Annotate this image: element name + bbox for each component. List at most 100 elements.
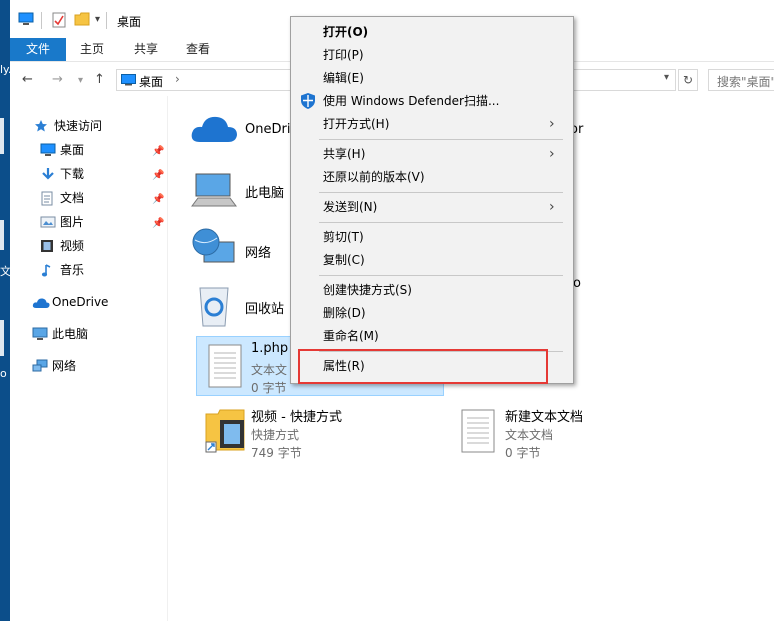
menu-item-label: 删除(D): [323, 306, 366, 320]
onedrive-cloud-icon: [32, 295, 50, 309]
desktop-icon-fragment[interactable]: [0, 320, 4, 356]
pin-icon[interactable]: 📌: [152, 146, 164, 157]
menu-separator: [319, 275, 563, 276]
text-file-icon: [205, 343, 251, 389]
file-item-new-text-document[interactable]: 新建文本文档 文本文档 0 字节: [450, 402, 700, 462]
menu-item-label: 创建快捷方式(S): [323, 283, 412, 297]
file-name: 此电脑: [245, 186, 285, 201]
menu-item-label: 共享(H): [323, 147, 366, 161]
file-size: 749 字节: [251, 446, 302, 460]
navigation-pane: 快速访问 桌面 📌 下载 📌 文档 📌 图片 📌 视频 音乐 OneDrive …: [10, 96, 168, 621]
desktop-icon: [40, 143, 56, 157]
menu-item-create-shortcut[interactable]: 创建快捷方式(S): [291, 279, 573, 301]
menu-separator: [319, 139, 563, 140]
file-name: OneDri: [245, 122, 291, 137]
search-placeholder: 搜索"桌面": [717, 75, 774, 89]
up-arrow-icon[interactable]: ↑: [94, 72, 105, 87]
toolbar-divider: [41, 12, 42, 29]
file-name: 视频 - 快捷方式: [251, 410, 342, 425]
documents-icon: [40, 191, 56, 206]
menu-item-copy[interactable]: 复制(C): [291, 249, 573, 271]
menu-item-label: 打印(P): [323, 48, 364, 62]
menu-item-label: 使用 Windows Defender扫描...: [323, 94, 500, 108]
pin-icon[interactable]: 📌: [152, 170, 164, 181]
tab-file[interactable]: 文件: [10, 38, 66, 61]
network-globe-icon: [190, 226, 236, 272]
pin-icon[interactable]: 📌: [152, 218, 164, 229]
desktop-background: ly. 文 o: [0, 0, 10, 621]
menu-item-restore-previous-versions[interactable]: 还原以前的版本(V): [291, 166, 573, 188]
menu-item-share[interactable]: 共享(H) ›: [291, 143, 573, 165]
context-menu: 打开(O) 打印(P) 编辑(E) 使用 Windows Defender扫描.…: [290, 16, 574, 384]
customize-toolbar-chevron-icon[interactable]: ▾: [95, 14, 100, 25]
file-size: 0 字节: [251, 381, 287, 395]
breadcrumb-chevron-icon[interactable]: ›: [175, 72, 180, 86]
submenu-chevron-icon: ›: [549, 116, 555, 132]
menu-item-label: 重命名(M): [323, 329, 379, 343]
search-input[interactable]: 搜索"桌面": [708, 69, 774, 91]
desktop-icon: [121, 74, 136, 89]
nav-label: 视频: [60, 239, 85, 253]
desktop-label-fragment: o: [0, 367, 7, 380]
nav-label: 下载: [60, 167, 85, 181]
network-icon: [32, 359, 48, 373]
address-history-chevron-icon[interactable]: ▾: [664, 72, 669, 83]
address-location[interactable]: 桌面: [139, 73, 163, 90]
file-type: 文本文: [251, 363, 288, 377]
desktop-icon-fragment[interactable]: [0, 220, 4, 250]
file-size: 0 字节: [505, 446, 541, 460]
pictures-icon: [40, 215, 56, 229]
menu-item-label: 复制(C): [323, 253, 365, 267]
menu-item-cut[interactable]: 剪切(T): [291, 226, 573, 248]
menu-item-label: 打开方式(H): [323, 117, 390, 131]
star-icon: [34, 119, 50, 133]
nav-label: 音乐: [60, 263, 85, 277]
nav-label: 桌面: [60, 143, 85, 157]
menu-item-delete[interactable]: 删除(D): [291, 302, 573, 324]
refresh-button[interactable]: ↻: [678, 69, 698, 91]
forward-arrow-icon[interactable]: →: [52, 72, 63, 87]
menu-item-label: 剪切(T): [323, 230, 364, 244]
recycle-bin-icon: [190, 282, 236, 328]
file-type: 文本文档: [505, 428, 554, 442]
file-name: 1.php: [251, 341, 289, 356]
nav-label: 网络: [52, 359, 77, 373]
new-folder-icon[interactable]: [74, 12, 90, 29]
menu-item-open-with[interactable]: 打开方式(H) ›: [291, 113, 573, 135]
menu-item-rename[interactable]: 重命名(M): [291, 325, 573, 347]
menu-item-print[interactable]: 打印(P): [291, 44, 573, 66]
menu-item-send-to[interactable]: 发送到(N) ›: [291, 196, 573, 218]
desktop-icon-fragment[interactable]: [0, 118, 4, 154]
onedrive-cloud-icon: [190, 106, 237, 152]
menu-item-label: 发送到(N): [323, 200, 378, 214]
file-item-video-shortcut[interactable]: 视频 - 快捷方式 快捷方式 749 字节: [196, 402, 446, 462]
refresh-icon: ↻: [682, 73, 694, 87]
tab-home[interactable]: 主页: [70, 38, 114, 61]
menu-item-open[interactable]: 打开(O): [291, 21, 573, 43]
recent-locations-chevron-icon[interactable]: ▾: [78, 75, 83, 86]
nav-label: 图片: [60, 215, 85, 229]
desktop-icon[interactable]: [18, 12, 34, 29]
window-title: 桌面: [117, 15, 142, 29]
menu-item-label: 还原以前的版本(V): [323, 170, 425, 184]
menu-item-label: 编辑(E): [323, 71, 364, 85]
submenu-chevron-icon: ›: [549, 199, 555, 215]
videos-icon: [40, 239, 56, 253]
menu-item-label: 打开(O): [323, 25, 369, 39]
defender-shield-icon: [299, 92, 317, 110]
nav-label: 文档: [60, 191, 85, 205]
file-name: 回收站: [245, 302, 285, 317]
tab-view[interactable]: 查看: [176, 38, 220, 61]
download-icon: [40, 167, 56, 181]
menu-item-edit[interactable]: 编辑(E): [291, 67, 573, 89]
menu-item-defender-scan[interactable]: 使用 Windows Defender扫描...: [291, 90, 573, 112]
toolbar-divider: [106, 12, 107, 29]
back-arrow-icon[interactable]: ←: [22, 72, 33, 87]
explorer-window: ▾ 桌面 文件 主页 共享 查看 ← → ▾ ↑ 桌面 › ▾ ↻ 搜索"桌面": [10, 0, 774, 621]
properties-icon[interactable]: [52, 12, 66, 31]
computer-icon: [190, 166, 237, 212]
tab-share[interactable]: 共享: [124, 38, 168, 61]
desktop-label-fragment: 文: [0, 265, 10, 278]
nav-label: 此电脑: [52, 327, 89, 341]
pin-icon[interactable]: 📌: [152, 194, 164, 205]
